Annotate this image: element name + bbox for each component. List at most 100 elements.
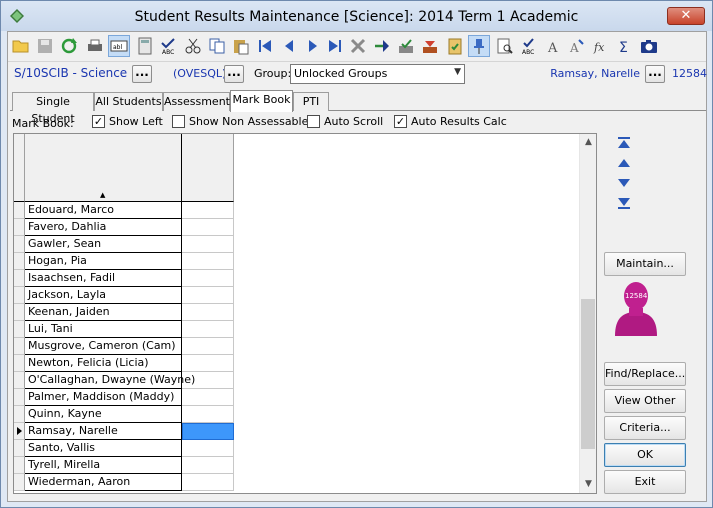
result-cell[interactable] <box>182 406 234 423</box>
result-cell[interactable] <box>182 372 234 389</box>
function-icon[interactable]: fx <box>590 35 612 57</box>
text-field-icon[interactable]: abl <box>108 35 130 57</box>
result-cell[interactable] <box>182 253 234 270</box>
row-header[interactable] <box>14 440 25 457</box>
spelling-icon[interactable]: ABC <box>518 35 540 57</box>
student-name-cell[interactable]: Gawler, Sean <box>25 236 182 253</box>
row-header[interactable] <box>14 270 25 287</box>
tab-pti[interactable]: PTI <box>293 92 329 111</box>
result-cell[interactable] <box>182 236 234 253</box>
approve-icon[interactable] <box>395 35 417 57</box>
ok-button[interactable]: OK <box>604 443 686 467</box>
tab-single-student[interactable]: Single Student <box>12 92 94 125</box>
student-name-cell[interactable]: Wiederman, Aaron <box>25 474 182 491</box>
result-cell[interactable] <box>182 304 234 321</box>
preview-icon[interactable] <box>494 35 516 57</box>
student-name-cell[interactable]: O'Callaghan, Dwayne (Wayne) <box>25 372 195 389</box>
row-header[interactable] <box>14 304 25 321</box>
result-cell[interactable] <box>182 321 234 338</box>
refresh-icon[interactable] <box>58 35 80 57</box>
paste-icon[interactable] <box>230 35 252 57</box>
table-row[interactable]: Favero, Dahlia <box>14 219 240 236</box>
tab-mark-book[interactable]: Mark Book <box>230 90 293 112</box>
table-row[interactable]: Ramsay, Narelle <box>14 423 240 440</box>
scroll-up-icon[interactable]: ▲ <box>580 134 596 151</box>
scroll-down-icon[interactable]: ▼ <box>580 476 596 493</box>
student-name-cell[interactable]: Hogan, Pia <box>25 253 182 270</box>
result-cell[interactable] <box>182 355 234 372</box>
student-name-cell[interactable]: Tyrell, Mirella <box>25 457 182 474</box>
row-header[interactable] <box>14 423 25 440</box>
tab-all-students[interactable]: All Students <box>94 92 163 111</box>
formula-a-icon[interactable]: A <box>566 35 588 57</box>
exit-button[interactable]: Exit <box>604 470 686 494</box>
row-header[interactable] <box>14 389 25 406</box>
class-browse-button[interactable]: ... <box>132 65 152 83</box>
student-name-cell[interactable]: Isaachsen, Fadil <box>25 270 182 287</box>
teacher-browse-button[interactable]: ... <box>645 65 665 83</box>
row-header[interactable] <box>14 372 25 389</box>
row-header[interactable] <box>14 355 25 372</box>
open-folder-icon[interactable] <box>10 35 32 57</box>
auto-scroll-checkbox[interactable]: Auto Scroll <box>307 115 383 128</box>
student-name-cell[interactable]: Jackson, Layla <box>25 287 182 304</box>
result-cell[interactable] <box>182 287 234 304</box>
student-name-cell[interactable]: Newton, Felicia (Licia) <box>25 355 182 372</box>
mark-book-grid[interactable]: ▲ Edouard, Marco Favero, Dahlia Gawler, Se… <box>13 133 597 494</box>
server-browse-button[interactable]: ... <box>224 65 244 83</box>
row-header[interactable] <box>14 474 25 491</box>
row-header[interactable] <box>14 406 25 423</box>
row-header[interactable] <box>14 219 25 236</box>
maintain-button[interactable]: Maintain... <box>604 252 686 276</box>
import-icon[interactable] <box>419 35 441 57</box>
move-bottom-icon[interactable] <box>616 196 632 210</box>
table-row[interactable]: Gawler, Sean <box>14 236 240 253</box>
row-header[interactable] <box>14 236 25 253</box>
camera-icon[interactable] <box>638 35 660 57</box>
move-up-icon[interactable] <box>616 156 632 170</box>
clipboard-check-icon[interactable] <box>444 35 466 57</box>
result-cell[interactable] <box>182 338 234 355</box>
auto-results-calc-checkbox[interactable]: ✓ Auto Results Calc <box>394 115 507 128</box>
calculator-icon[interactable] <box>134 35 156 57</box>
table-row[interactable]: Edouard, Marco <box>14 202 240 219</box>
move-top-icon[interactable] <box>616 136 632 150</box>
student-name-cell[interactable]: Favero, Dahlia <box>25 219 182 236</box>
student-name-cell[interactable]: Santo, Vallis <box>25 440 182 457</box>
close-button[interactable]: ✕ <box>667 7 705 25</box>
group-dropdown[interactable]: Unlocked Groups ▼ <box>290 64 465 84</box>
criteria-button[interactable]: Criteria... <box>604 416 686 440</box>
font-icon[interactable]: A <box>542 35 564 57</box>
sum-icon[interactable]: Σ <box>614 35 636 57</box>
table-row[interactable]: Quinn, Kayne <box>14 406 240 423</box>
student-name-column-header[interactable]: ▲ <box>25 134 182 202</box>
table-row[interactable]: Santo, Vallis <box>14 440 240 457</box>
table-row[interactable]: Lui, Tani <box>14 321 240 338</box>
row-header[interactable] <box>14 202 25 219</box>
result-cell[interactable] <box>182 389 234 406</box>
table-row[interactable]: O'Callaghan, Dwayne (Wayne) <box>14 372 240 389</box>
row-header[interactable] <box>14 457 25 474</box>
delete-icon[interactable] <box>347 35 369 57</box>
student-name-cell[interactable]: Quinn, Kayne <box>25 406 182 423</box>
table-row[interactable]: Jackson, Layla <box>14 287 240 304</box>
result-cell[interactable] <box>182 457 234 474</box>
table-row[interactable]: Hogan, Pia <box>14 253 240 270</box>
table-row[interactable]: Newton, Felicia (Licia) <box>14 355 240 372</box>
scroll-thumb[interactable] <box>581 299 595 449</box>
spell-check-icon[interactable]: ABC <box>158 35 180 57</box>
row-header[interactable] <box>14 253 25 270</box>
table-row[interactable]: Palmer, Maddison (Maddy) <box>14 389 240 406</box>
copy-icon[interactable] <box>206 35 228 57</box>
find-replace-button[interactable]: Find/Replace... <box>604 362 686 386</box>
result-cell[interactable] <box>182 440 234 457</box>
print-icon[interactable] <box>84 35 106 57</box>
table-row[interactable]: Tyrell, Mirella <box>14 457 240 474</box>
result-cell[interactable] <box>182 202 234 219</box>
row-header[interactable] <box>14 287 25 304</box>
student-name-cell[interactable]: Musgrove, Cameron (Cam) <box>25 338 182 355</box>
show-non-assessable-checkbox[interactable]: Show Non Assessable <box>172 115 308 128</box>
view-other-button[interactable]: View Other <box>604 389 686 413</box>
table-row[interactable]: Musgrove, Cameron (Cam) <box>14 338 240 355</box>
result-cell[interactable] <box>182 270 234 287</box>
